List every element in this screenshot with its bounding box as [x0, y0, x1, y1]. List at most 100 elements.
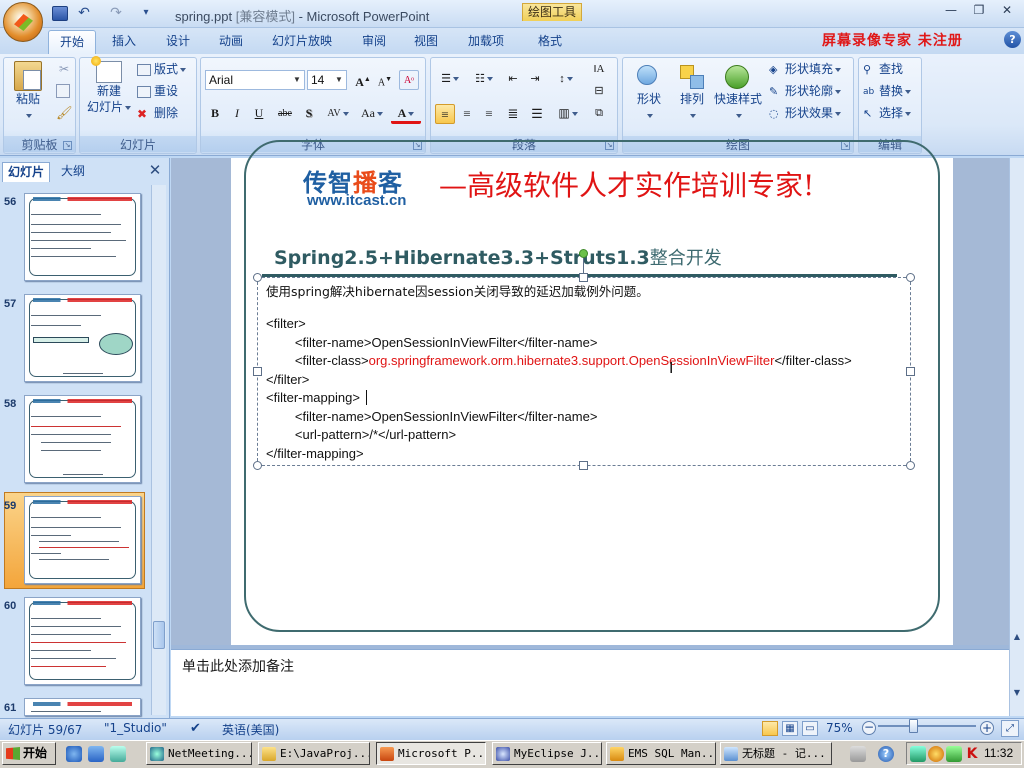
intro-text[interactable]: 使用spring解决hibernate因session关闭导致的延迟加载例外问题…: [266, 281, 649, 300]
code-line[interactable]: </filter-mapping>: [266, 446, 364, 461]
ie-icon[interactable]: [66, 746, 82, 762]
align-text-icon[interactable]: ⊟: [589, 82, 609, 102]
copy-icon[interactable]: [56, 84, 70, 98]
next-slide-icon[interactable]: ▼: [1011, 688, 1023, 700]
find-button[interactable]: ⚲ 查找: [863, 60, 903, 78]
shapes-button[interactable]: 形状: [627, 61, 671, 123]
code-line[interactable]: <filter-mapping>: [266, 390, 360, 405]
quicklaunch-icon[interactable]: [110, 746, 126, 762]
resize-handle[interactable]: [579, 461, 588, 470]
fit-to-window-icon[interactable]: ⤢: [1001, 720, 1019, 737]
slide-thumbnail[interactable]: [24, 597, 141, 685]
language-indicator[interactable]: 英语(美国): [222, 721, 279, 738]
task-powerpoint[interactable]: Microsoft P...: [376, 742, 486, 765]
bullets-icon[interactable]: ☰: [435, 70, 465, 90]
slides-pane-scrollbar[interactable]: [151, 185, 166, 715]
task-explorer[interactable]: E:\JavaProj...: [258, 742, 370, 765]
tab-add-ins[interactable]: 加载项: [459, 30, 513, 54]
char-spacing-button[interactable]: AV: [323, 104, 353, 124]
notes-pane[interactable]: [171, 649, 1009, 716]
paste-button[interactable]: 粘贴: [8, 61, 48, 123]
zoom-level[interactable]: 75%: [826, 721, 853, 735]
zoom-in-icon[interactable]: +: [980, 721, 994, 735]
arrange-button[interactable]: 排列: [673, 61, 711, 123]
grow-font-button[interactable]: A▲: [353, 70, 373, 90]
close-pane-icon[interactable]: ✕: [147, 163, 163, 179]
spellcheck-icon[interactable]: ✔: [190, 721, 201, 736]
task-notepad[interactable]: 无标题 - 记...: [720, 742, 832, 765]
resize-handle[interactable]: [253, 273, 262, 282]
format-painter-icon[interactable]: 🖌: [56, 106, 73, 122]
distributed-icon[interactable]: ☰: [527, 104, 547, 124]
increase-indent-icon[interactable]: ⇥: [525, 70, 545, 90]
task-netmeeting[interactable]: NetMeeting...: [146, 742, 252, 765]
code-line[interactable]: <filter-name>OpenSessionInViewFilter</fi…: [266, 409, 598, 424]
tray-app-icon[interactable]: [928, 746, 944, 762]
font-size-combo[interactable]: 14 ▼: [307, 70, 347, 90]
italic-button[interactable]: I: [227, 104, 247, 124]
resize-handle[interactable]: [253, 367, 262, 376]
smartart-icon[interactable]: ⧉: [589, 104, 609, 124]
replace-button[interactable]: ab 替换: [863, 82, 912, 100]
tray-app-icon-2[interactable]: [946, 746, 962, 762]
code-line[interactable]: <filter>: [266, 316, 306, 331]
delete-slide-button[interactable]: ✖ 删除: [137, 104, 178, 122]
slide-subtitle[interactable]: Spring2.5+Hibernate3.3+Struts1.3整合开发: [274, 244, 722, 270]
clipboard-launcher-icon[interactable]: ↘: [63, 141, 72, 150]
tab-insert[interactable]: 插入: [100, 30, 148, 54]
zoom-slider-thumb[interactable]: [909, 719, 918, 733]
decrease-indent-icon[interactable]: ⇤: [503, 70, 523, 90]
network-icon[interactable]: [910, 746, 926, 762]
align-right-icon[interactable]: ≡: [479, 104, 499, 124]
cut-icon[interactable]: ✂: [56, 62, 72, 78]
redo-icon[interactable]: ↷: [108, 6, 124, 21]
zoom-slider-track[interactable]: [878, 725, 976, 727]
numbering-icon[interactable]: ☷: [469, 70, 499, 90]
help-icon[interactable]: ?: [1004, 31, 1021, 48]
slide-thumbnail[interactable]: [24, 698, 141, 716]
tab-slide-show[interactable]: 幻灯片放映: [264, 30, 340, 54]
restore-button[interactable]: ❐: [966, 2, 992, 20]
tab-home[interactable]: 开始: [48, 30, 96, 54]
reset-button[interactable]: 重设: [137, 82, 178, 100]
quick-styles-button[interactable]: 快速样式: [713, 61, 763, 123]
underline-button[interactable]: U: [249, 104, 269, 124]
code-line[interactable]: <filter-name>OpenSessionInViewFilter</fi…: [266, 335, 598, 350]
slide-thumbnail[interactable]: [24, 294, 141, 382]
normal-view-icon[interactable]: [762, 721, 778, 736]
bold-button[interactable]: B: [205, 104, 225, 124]
code-line[interactable]: </filter>: [266, 372, 309, 387]
shape-fill-button[interactable]: ◈ 形状填充: [769, 60, 842, 78]
slide-scrollbar[interactable]: ▲ ▼: [1009, 158, 1024, 716]
slideshow-view-icon[interactable]: ▭: [802, 721, 818, 736]
kaspersky-icon[interactable]: K: [964, 746, 980, 762]
scrollbar-thumb[interactable]: [153, 621, 165, 649]
strikethrough-button[interactable]: abe: [273, 104, 297, 124]
tab-format[interactable]: 格式: [526, 30, 574, 54]
tab-view[interactable]: 视图: [402, 30, 450, 54]
font-color-button[interactable]: A: [391, 104, 421, 124]
shape-effects-button[interactable]: ◌ 形状效果: [769, 104, 842, 122]
align-center-icon[interactable]: ≡: [457, 104, 477, 124]
shrink-font-button[interactable]: A▼: [375, 70, 395, 90]
slide-sorter-icon[interactable]: ▦: [782, 721, 798, 736]
office-button[interactable]: [3, 2, 43, 42]
new-slide-button[interactable]: 新建 幻灯片: [84, 56, 134, 115]
tab-animations[interactable]: 动画: [207, 30, 255, 54]
resize-handle[interactable]: [906, 273, 915, 282]
help-tray-icon[interactable]: ?: [878, 746, 894, 762]
align-left-icon[interactable]: ≡: [435, 104, 455, 124]
slide-thumbnail-selected[interactable]: [24, 496, 141, 584]
task-myeclipse[interactable]: MyEclipse J...: [492, 742, 602, 765]
prev-slide-icon[interactable]: ▲: [1011, 632, 1023, 644]
layout-button[interactable]: 版式: [137, 60, 187, 78]
undo-icon[interactable]: ↶: [76, 6, 92, 21]
task-ems-sql[interactable]: EMS SQL Man...: [606, 742, 716, 765]
shape-outline-button[interactable]: ✎ 形状轮廓: [769, 82, 842, 100]
select-button[interactable]: ↖ 选择: [863, 104, 912, 122]
rotation-handle[interactable]: [579, 249, 588, 258]
slide-thumbnail[interactable]: [24, 193, 141, 281]
minimize-button[interactable]: —: [938, 2, 964, 20]
change-case-button[interactable]: Aa: [357, 104, 387, 124]
customize-qat-icon[interactable]: ▾: [138, 6, 154, 21]
